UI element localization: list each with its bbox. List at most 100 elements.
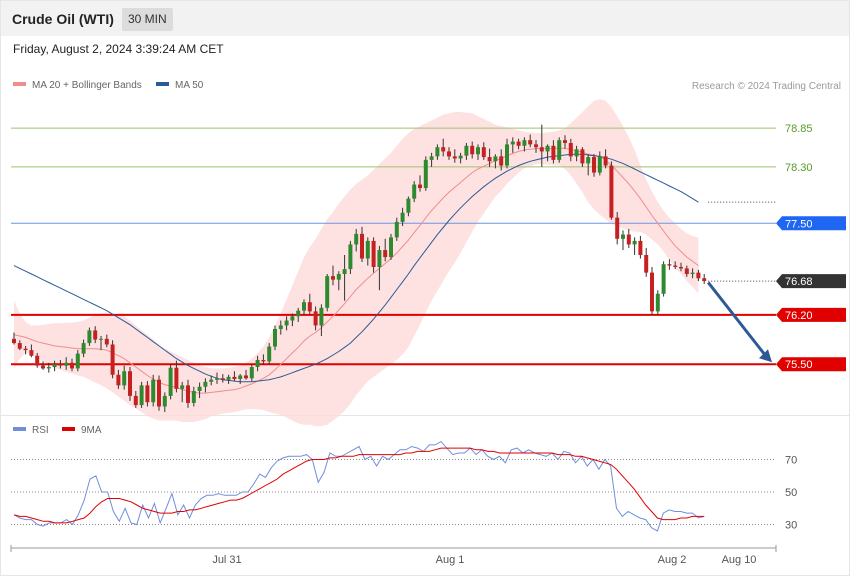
candle-body — [354, 233, 359, 245]
candle-body — [365, 240, 370, 259]
candle-body — [191, 390, 196, 403]
candle-body — [81, 343, 86, 354]
candle-body — [522, 140, 527, 146]
candle-body — [220, 378, 225, 380]
candle-body — [452, 156, 457, 159]
candle-body — [64, 362, 69, 366]
candle-body — [626, 234, 631, 245]
candle-body — [278, 325, 283, 329]
support-label: 76.20 — [785, 310, 813, 322]
candle-body — [609, 165, 614, 218]
candle-body — [104, 338, 109, 345]
rsi-level-label: 50 — [785, 487, 797, 499]
candle-body — [307, 302, 312, 312]
candle-body — [551, 145, 556, 160]
candle-body — [46, 367, 51, 369]
candle-body — [261, 359, 266, 362]
candle-body — [621, 234, 625, 239]
candle-body — [255, 359, 260, 368]
candle-body — [290, 316, 295, 321]
candle-body — [684, 268, 689, 275]
candle-body — [52, 364, 57, 368]
rsi-panel: 70 50 30 — [11, 440, 797, 532]
candle-body — [377, 250, 382, 267]
candle-body — [296, 310, 301, 317]
candle-body — [87, 330, 92, 344]
candle-body — [244, 375, 248, 379]
candle-body — [679, 266, 683, 269]
candle-body — [186, 385, 190, 403]
candle-body — [122, 371, 127, 386]
candle-body — [226, 376, 231, 380]
candle-body — [458, 155, 463, 159]
candle-body — [75, 353, 80, 369]
candle-body — [690, 272, 695, 275]
candle-body — [574, 149, 579, 157]
candle-body — [168, 367, 173, 396]
candle-body — [319, 307, 324, 326]
resistance-label: 78.30 — [785, 162, 813, 174]
rsi-level-label: 70 — [785, 455, 797, 467]
candle-body — [331, 276, 335, 280]
candle-body — [110, 344, 115, 375]
candle-body — [644, 255, 649, 273]
candle-body — [586, 157, 591, 164]
price-and-rsi-chart: 78.85 78.30 77.50 76.68 76.20 75.50 70 50 30 Ju… — [10, 99, 846, 566]
candle-body — [696, 272, 701, 279]
candle-body — [383, 250, 388, 258]
candle-body — [464, 145, 469, 156]
candle-body — [99, 338, 103, 340]
candle-body — [394, 221, 399, 238]
candle-body — [302, 302, 306, 311]
candle-body — [447, 151, 451, 157]
candle-body — [232, 376, 237, 379]
candle-body — [93, 330, 98, 340]
candle-body — [58, 364, 63, 366]
candle-body — [284, 320, 289, 326]
candle-body — [336, 274, 341, 280]
candle-body — [267, 346, 272, 362]
candle-body — [412, 184, 417, 199]
x-axis: Jul 31 Aug 1 Aug 2 Aug 10 — [10, 545, 777, 566]
candle-body — [638, 240, 643, 255]
last-price-label: 76.68 — [785, 276, 813, 288]
candle-body — [249, 367, 254, 379]
candle-body — [470, 145, 475, 155]
candle-body — [592, 157, 596, 173]
candle-body — [325, 276, 330, 308]
candle-body — [406, 198, 411, 213]
candle-body — [493, 156, 498, 162]
candle-body — [203, 381, 208, 387]
candle-body — [116, 374, 121, 386]
candle-body — [615, 217, 620, 239]
candle-body — [603, 156, 608, 166]
candle-body — [17, 343, 22, 349]
candle-body — [151, 379, 156, 403]
candle-body — [174, 367, 179, 389]
candle-body — [238, 375, 243, 379]
candle-body — [563, 140, 567, 143]
forecast-arrow — [707, 281, 772, 363]
resistance-label: 78.85 — [785, 123, 813, 135]
candle-body — [580, 149, 585, 164]
candle-body — [667, 264, 672, 266]
pivot-label: 77.50 — [785, 218, 813, 230]
candle-body — [128, 371, 132, 396]
candle-body — [348, 244, 353, 270]
candle-body — [23, 348, 28, 351]
candle-body — [162, 395, 167, 407]
rsi-level-label: 30 — [785, 520, 797, 532]
candle-body — [35, 355, 40, 366]
candle-body — [441, 147, 446, 152]
candle-body — [510, 141, 515, 145]
candle-body — [534, 144, 538, 148]
candle-body — [487, 157, 492, 162]
candle-body — [12, 338, 16, 344]
candle-body — [545, 145, 550, 152]
candle-body — [29, 350, 34, 356]
candle-body — [197, 386, 202, 391]
x-tick-label: Aug 1 — [436, 554, 465, 566]
candle-body — [673, 265, 678, 267]
candle-body — [400, 212, 405, 222]
candle-body — [650, 272, 654, 312]
